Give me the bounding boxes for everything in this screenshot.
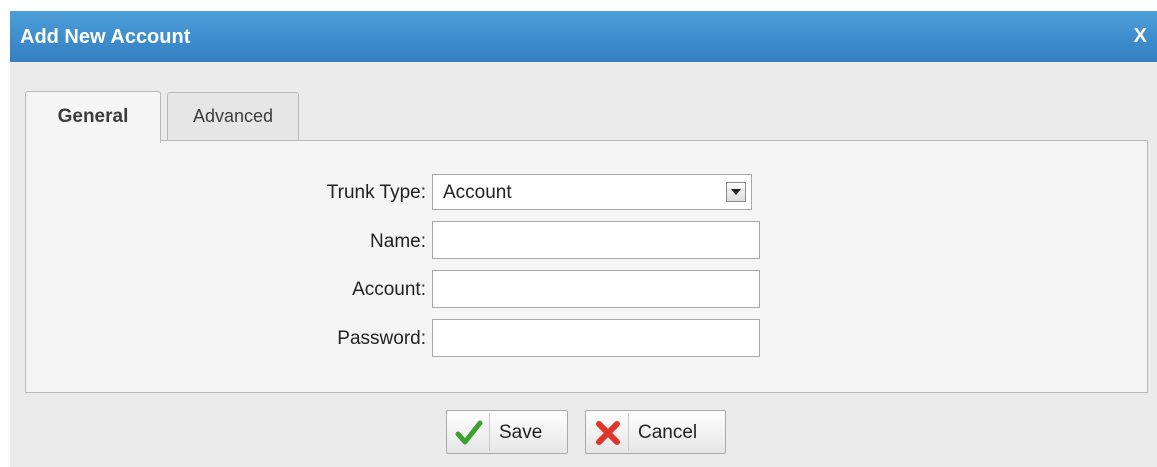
name-label: Name: (370, 231, 426, 252)
chevron-down-icon[interactable] (726, 182, 746, 202)
cancel-button-label: Cancel (638, 422, 698, 443)
check-icon (455, 420, 483, 445)
button-divider (628, 413, 629, 451)
dialog-title: Add New Account (20, 26, 191, 48)
account-input[interactable] (432, 270, 760, 308)
name-input[interactable] (432, 221, 760, 259)
close-button[interactable]: X (1134, 25, 1147, 48)
save-button[interactable]: Save (446, 410, 568, 454)
trunk-type-label: Trunk Type: (326, 182, 426, 203)
cancel-button[interactable]: Cancel (585, 410, 726, 454)
button-divider (489, 413, 490, 451)
x-icon (596, 421, 620, 445)
trunk-type-value: Account (443, 182, 512, 203)
add-account-dialog: Add New Account X General Advanced Trunk… (10, 11, 1157, 467)
password-label: Password: (337, 328, 426, 349)
trunk-type-select[interactable]: Account (432, 174, 752, 210)
account-label: Account: (352, 279, 426, 300)
tab-advanced[interactable]: Advanced (167, 92, 299, 140)
save-button-label: Save (499, 422, 543, 443)
dialog-titlebar: Add New Account X (10, 11, 1157, 62)
password-input[interactable] (432, 319, 760, 357)
tab-general[interactable]: General (25, 91, 161, 143)
